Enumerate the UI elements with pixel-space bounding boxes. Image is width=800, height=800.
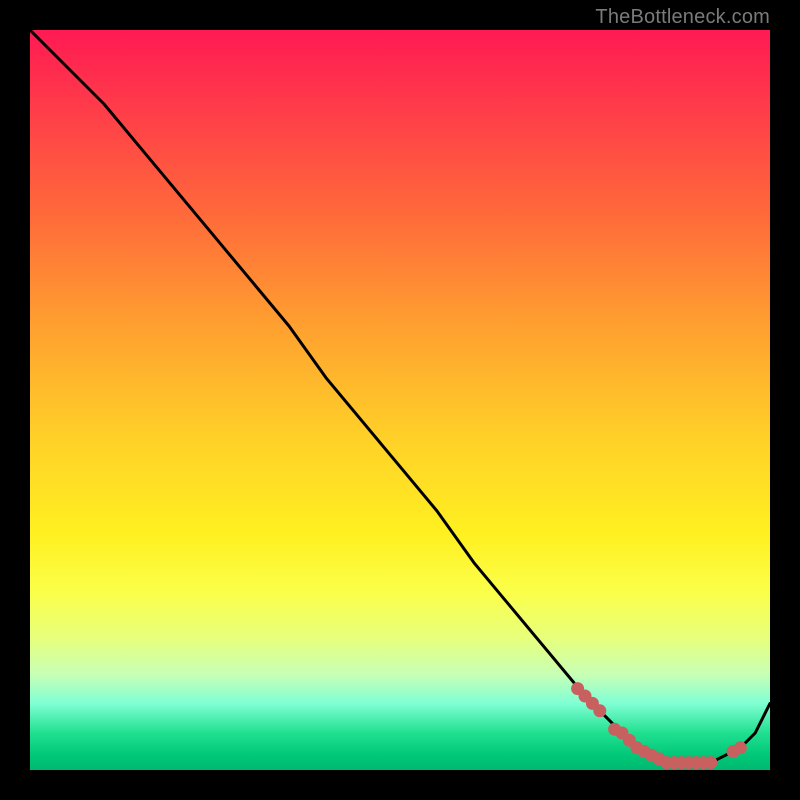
bottleneck-curve <box>30 30 770 763</box>
plot-area <box>30 30 770 770</box>
bottleneck-curve-svg <box>30 30 770 770</box>
chart-frame: TheBottleneck.com <box>0 0 800 800</box>
curve-marker <box>704 756 717 769</box>
curve-marker <box>593 704 606 717</box>
curve-marker <box>734 741 747 754</box>
attribution-text: TheBottleneck.com <box>595 6 770 29</box>
